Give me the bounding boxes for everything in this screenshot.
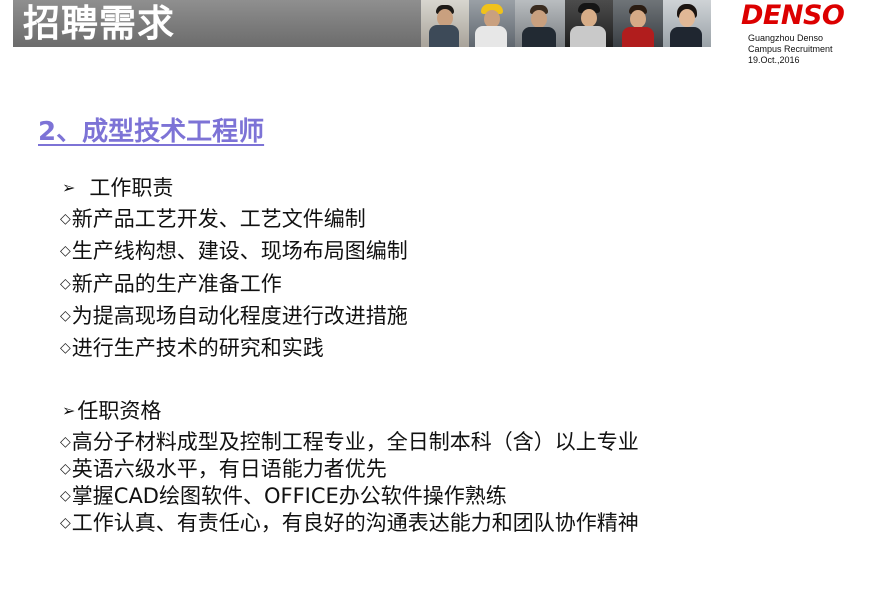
header-photo-worker-1 (421, 0, 469, 47)
page-title: 招聘需求 (23, 2, 175, 45)
duty-item-text: 进行生产技术的研究和实践 (71, 336, 324, 360)
arrow-bullet-icon: ➢ (62, 178, 76, 197)
duty-item: ◇ 新产品工艺开发、工艺文件编制 (60, 204, 366, 234)
brand-subtitle-date: 19.Oct.,2016 (748, 55, 800, 65)
brand-subtitle-company: Guangzhou Denso (748, 33, 824, 43)
qualification-item: ◇ 高分子材料成型及控制工程专业，全日制本科（含）以上专业 (60, 427, 639, 457)
qualification-item: ◇ 工作认真、有责任心，有良好的沟通表达能力和团队协作精神 (60, 508, 639, 538)
denso-logo: DENSO (741, 0, 845, 31)
header-photo-worker-2 (469, 0, 515, 47)
qualification-item-text: 英语六级水平，有日语能力者优先 (71, 457, 387, 481)
duty-item: ◇ 进行生产技术的研究和实践 (60, 333, 324, 363)
duty-item: ◇ 新产品的生产准备工作 (60, 269, 282, 299)
qualification-item: ◇ 英语六级水平，有日语能力者优先 (60, 454, 387, 484)
qualification-item-text: 工作认真、有责任心，有良好的沟通表达能力和团队协作精神 (71, 511, 639, 535)
diamond-bullet-icon: ◇ (60, 488, 71, 504)
diamond-bullet-icon: ◇ (60, 276, 71, 292)
section-title: 2、成型技术工程师 (38, 117, 265, 147)
diamond-bullet-icon: ◇ (60, 434, 71, 450)
duty-item-text: 生产线构想、建设、现场布局图编制 (71, 239, 408, 263)
qualification-item: ◇ 掌握CAD绘图软件、OFFICE办公软件操作熟练 (60, 481, 507, 511)
diamond-bullet-icon: ◇ (60, 243, 71, 259)
slide: 招聘需求 DENSO Guangzhou Denso Campus Recrui… (0, 0, 883, 616)
qualifications-heading-label: 任职资格 (77, 399, 162, 423)
brand-subtitle-event: Campus Recruitment (748, 44, 833, 54)
header-photo-strip (421, 0, 711, 47)
duty-item: ◇ 生产线构想、建设、现场布局图编制 (60, 236, 408, 266)
duties-heading-label: 工作职责 (89, 176, 174, 200)
diamond-bullet-icon: ◇ (60, 211, 71, 227)
diamond-bullet-icon: ◇ (60, 340, 71, 356)
duty-item-text: 为提高现场自动化程度进行改进措施 (71, 304, 408, 328)
duties-heading: ➢ 工作职责 (62, 173, 173, 203)
header-photo-worker-6 (663, 0, 711, 47)
qualifications-heading: ➢ 任职资格 (62, 396, 161, 426)
header-photo-worker-3 (515, 0, 565, 47)
arrow-bullet-icon: ➢ (62, 401, 76, 420)
qualification-item-text: 高分子材料成型及控制工程专业，全日制本科（含）以上专业 (71, 430, 639, 454)
header-photo-worker-4 (565, 0, 613, 47)
diamond-bullet-icon: ◇ (60, 461, 71, 477)
duty-item-text: 新产品的生产准备工作 (71, 272, 282, 296)
header-photo-worker-5 (613, 0, 663, 47)
diamond-bullet-icon: ◇ (60, 308, 71, 324)
qualification-item-text: 掌握CAD绘图软件、OFFICE办公软件操作熟练 (71, 484, 507, 508)
duty-item-text: 新产品工艺开发、工艺文件编制 (71, 207, 366, 231)
duty-item: ◇ 为提高现场自动化程度进行改进措施 (60, 301, 408, 331)
diamond-bullet-icon: ◇ (60, 515, 71, 531)
